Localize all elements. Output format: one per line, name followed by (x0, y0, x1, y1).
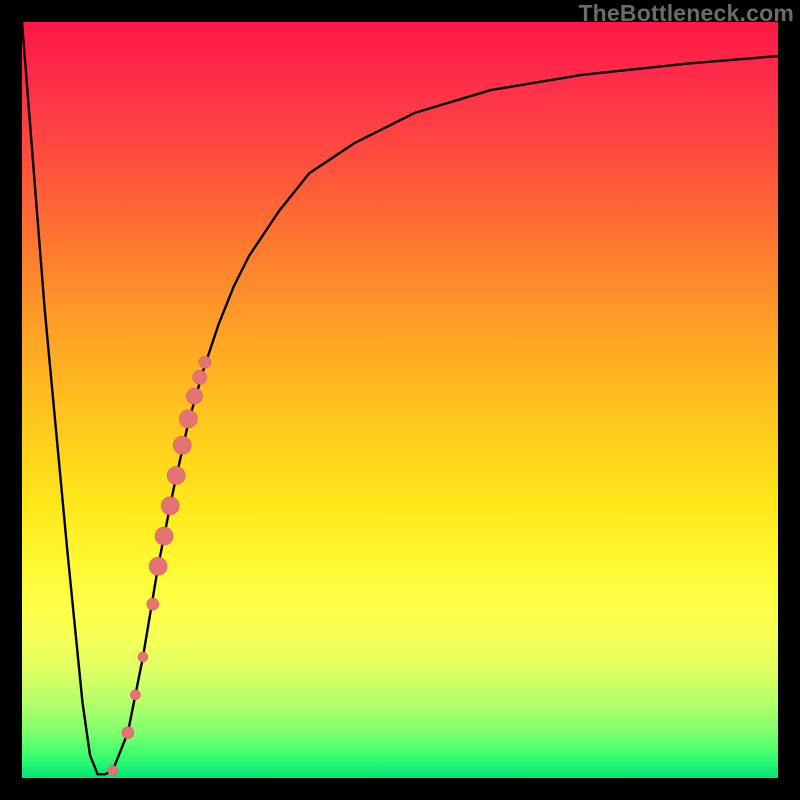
curve-marker (167, 467, 185, 485)
bottleneck-curve (22, 22, 778, 774)
curve-marker (199, 356, 211, 368)
curve-marker (122, 727, 134, 739)
curve-markers (108, 356, 211, 775)
watermark-text: TheBottleneck.com (578, 0, 794, 27)
curve-marker (147, 598, 159, 610)
curve-marker (149, 557, 167, 575)
curve-marker (193, 370, 207, 384)
curve-layer (22, 22, 778, 778)
curve-marker (108, 765, 118, 775)
curve-marker (186, 388, 202, 404)
chart-frame: TheBottleneck.com (0, 0, 800, 800)
curve-marker (173, 436, 191, 454)
curve-marker (161, 497, 179, 515)
curve-marker (130, 690, 140, 700)
curve-marker (138, 652, 148, 662)
curve-marker (155, 527, 173, 545)
plot-area (22, 22, 778, 778)
curve-marker (179, 410, 197, 428)
